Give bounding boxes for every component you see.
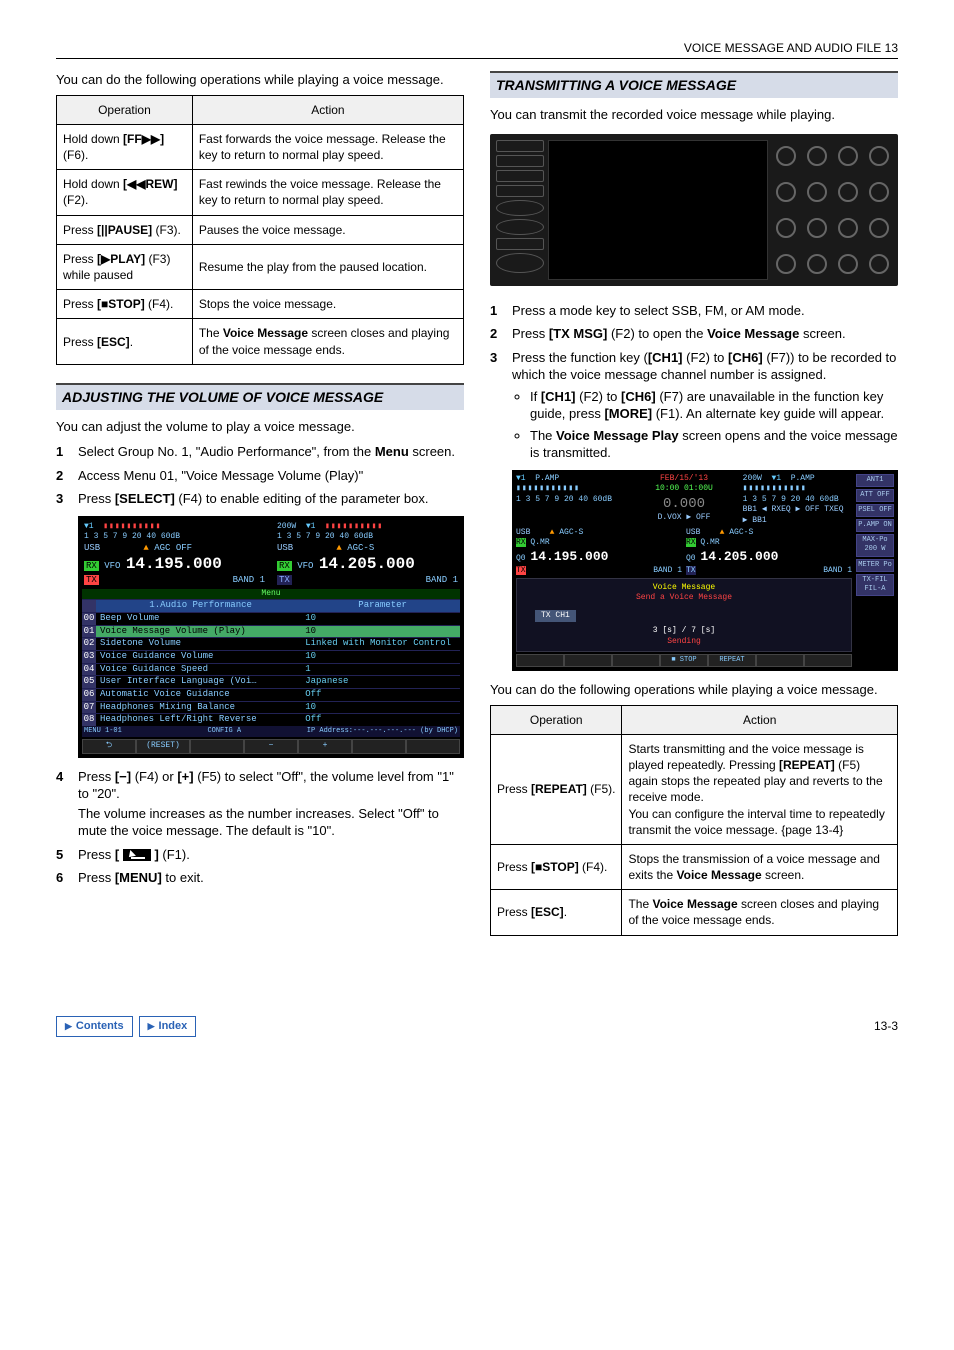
left-intro: You can do the following operations whil… bbox=[56, 71, 464, 89]
table-row: Press [■STOP] (F4). Stops the voice mess… bbox=[57, 290, 464, 319]
col-operation: Operation bbox=[491, 705, 622, 734]
table-row: Press [ESC]. The Voice Message screen cl… bbox=[57, 319, 464, 364]
table-row: Press [||PAUSE] (F3). Pauses the voice m… bbox=[57, 215, 464, 244]
transmit-operations-table: Operation Action Press [REPEAT] (F5). St… bbox=[490, 705, 898, 936]
adjust-steps: Select Group No. 1, "Audio Performance",… bbox=[56, 443, 464, 508]
table-row: Press [■STOP] (F4). Stops the transmissi… bbox=[491, 844, 898, 889]
contents-link[interactable]: Contents bbox=[56, 1016, 133, 1037]
page-footer: Contents Index 13-3 bbox=[56, 1016, 898, 1037]
transmit-steps: Press a mode key to select SSB, FM, or A… bbox=[490, 302, 898, 462]
page-header: VOICE MESSAGE AND AUDIO FILE 13 bbox=[56, 40, 898, 59]
col-action: Action bbox=[622, 705, 898, 734]
left-column: You can do the following operations whil… bbox=[56, 71, 464, 935]
col-action: Action bbox=[192, 95, 463, 124]
transmit-intro: You can transmit the recorded voice mess… bbox=[490, 106, 898, 124]
table-row: Press [REPEAT] (F5). Starts transmitting… bbox=[491, 734, 898, 844]
section-adjust-volume: ADJUSTING THE VOLUME OF VOICE MESSAGE bbox=[56, 383, 464, 410]
col-operation: Operation bbox=[57, 95, 193, 124]
transceiver-illustration bbox=[490, 134, 898, 286]
table-row: Press [▶PLAY] (F3) while paused Resume t… bbox=[57, 244, 464, 289]
transmit-outro: You can do the following operations whil… bbox=[490, 681, 898, 699]
table-row: Press [ESC]. The Voice Message screen cl… bbox=[491, 890, 898, 935]
adjust-steps-2: Press [−] (F4) or [+] (F5) to select "Of… bbox=[56, 768, 464, 887]
page-number: 13-3 bbox=[874, 1018, 898, 1034]
play-operations-table: Operation Action Hold down [FF▶▶] (F6). … bbox=[56, 95, 464, 365]
right-column: TRANSMITTING A VOICE MESSAGE You can tra… bbox=[490, 71, 898, 935]
adjust-intro: You can adjust the volume to play a voic… bbox=[56, 418, 464, 436]
index-link[interactable]: Index bbox=[139, 1016, 197, 1037]
table-row: Hold down [FF▶▶] (F6). Fast forwards the… bbox=[57, 124, 464, 169]
voice-message-play-screenshot: ▼1 P.AMP ▮▮▮▮▮▮▮▮▮▮▮ 1 3 5 7 9 20 40 60d… bbox=[512, 470, 898, 671]
back-icon bbox=[123, 849, 151, 861]
section-transmit: TRANSMITTING A VOICE MESSAGE bbox=[490, 71, 898, 98]
menu-screenshot: ▼1 ▮▮▮▮▮▮▮▮▮▮ 1 3 5 7 9 20 40 60dB USB ▲… bbox=[78, 516, 464, 758]
table-row: Hold down [◀◀REW] (F2). Fast rewinds the… bbox=[57, 170, 464, 215]
